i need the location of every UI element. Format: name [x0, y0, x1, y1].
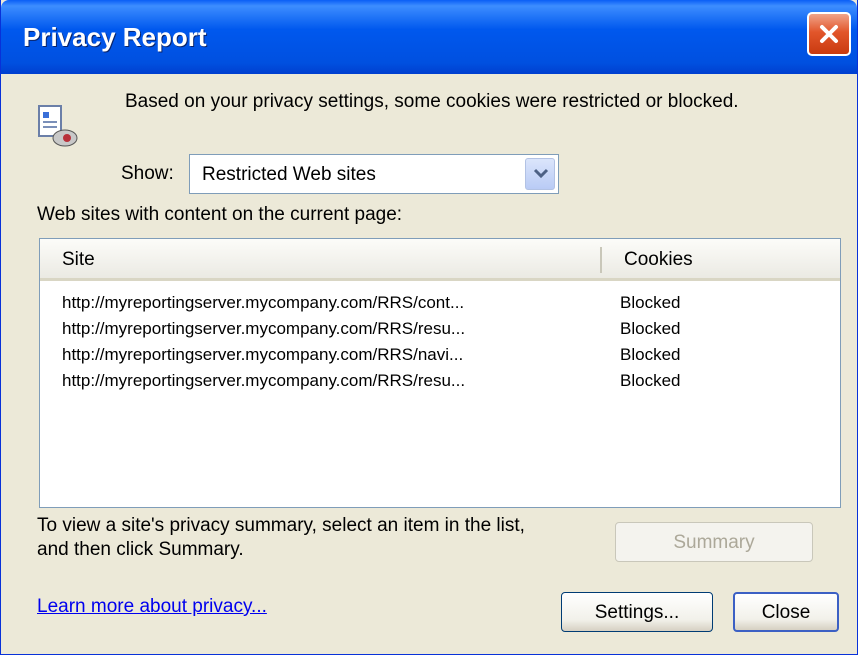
close-button[interactable]: Close — [733, 592, 839, 632]
privacy-report-icon — [38, 105, 78, 147]
title-bar[interactable]: Privacy Report — [1, 0, 857, 74]
cookies-cell: Blocked — [620, 319, 681, 338]
help-line-1: To view a site's privacy summary, select… — [37, 515, 525, 536]
column-header-cookies[interactable]: Cookies — [624, 249, 693, 271]
privacy-report-dialog: Privacy Report Based on your privacy set… — [0, 0, 858, 655]
table-row[interactable]: http://myreportingserver.mycompany.com/R… — [40, 317, 840, 343]
column-divider[interactable] — [600, 247, 602, 273]
sites-list[interactable]: Site Cookies http://myreportingserver.my… — [39, 238, 841, 508]
help-line-2: and then click Summary. — [37, 539, 244, 560]
show-filter-dropdown-button[interactable] — [525, 158, 555, 190]
site-cell: http://myreportingserver.mycompany.com/R… — [62, 293, 465, 312]
window-close-button[interactable] — [807, 12, 851, 56]
cookies-cell: Blocked — [620, 345, 681, 364]
chevron-down-icon — [533, 168, 549, 179]
list-caption: Web sites with content on the current pa… — [37, 204, 403, 225]
site-cell: http://myreportingserver.mycompany.com/R… — [62, 345, 464, 364]
table-row[interactable]: http://myreportingserver.mycompany.com/R… — [40, 369, 840, 395]
show-filter-select[interactable]: Restricted Web sites — [189, 154, 559, 194]
site-cell: http://myreportingserver.mycompany.com/R… — [62, 319, 466, 338]
show-filter-value: Restricted Web sites — [202, 164, 376, 185]
intro-text: Based on your privacy settings, some coo… — [125, 91, 739, 112]
learn-more-privacy-link[interactable]: Learn more about privacy... — [37, 596, 267, 618]
cookies-cell: Blocked — [620, 293, 681, 312]
close-icon — [820, 25, 838, 43]
window-title: Privacy Report — [23, 22, 207, 52]
settings-button[interactable]: Settings... — [561, 592, 713, 632]
summary-help-text: To view a site's privacy summary, select… — [37, 514, 525, 562]
dialog-body: Based on your privacy settings, some coo… — [5, 74, 853, 649]
show-label: Show: — [121, 163, 174, 184]
list-header: Site Cookies — [40, 239, 840, 281]
table-row[interactable]: http://myreportingserver.mycompany.com/R… — [40, 291, 840, 317]
cookies-cell: Blocked — [620, 371, 681, 390]
site-cell: http://myreportingserver.mycompany.com/R… — [62, 371, 466, 390]
table-row[interactable]: http://myreportingserver.mycompany.com/R… — [40, 343, 840, 369]
column-header-site[interactable]: Site — [62, 249, 95, 271]
summary-button[interactable]: Summary — [615, 522, 813, 562]
